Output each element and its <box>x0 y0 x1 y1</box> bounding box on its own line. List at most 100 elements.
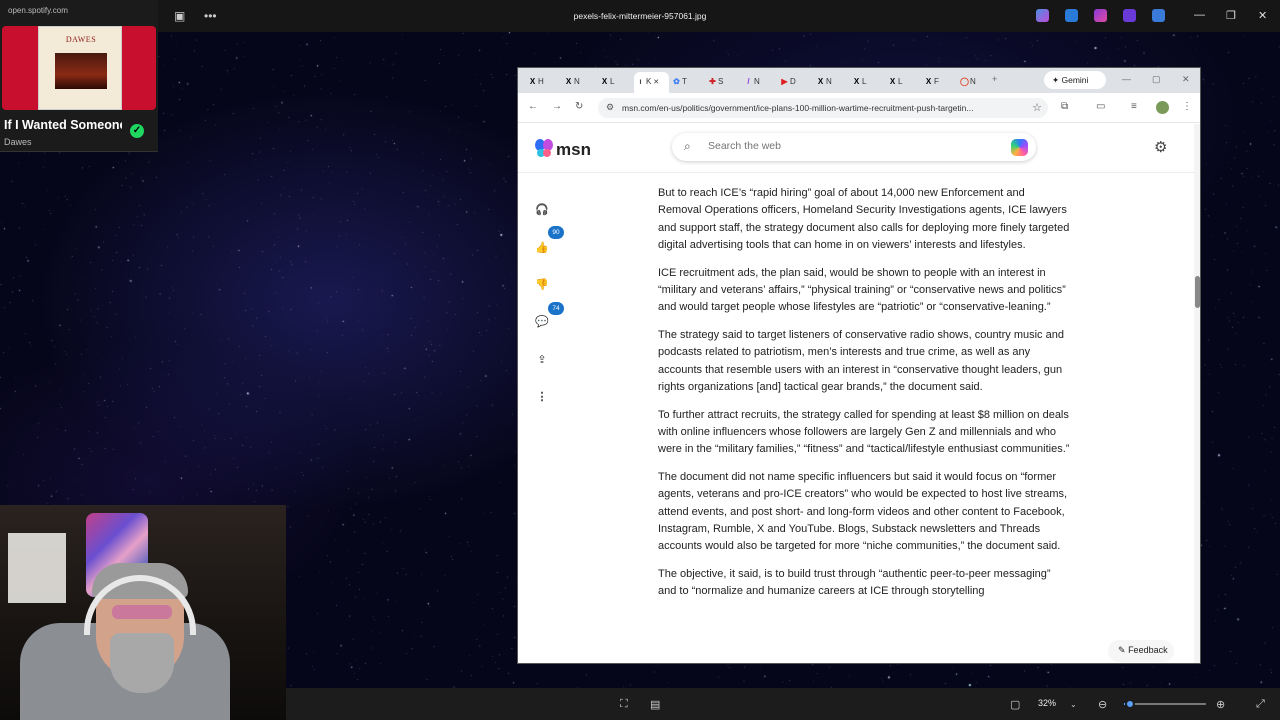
article-body: But to reach ICE’s “rapid hiring” goal o… <box>658 185 1070 611</box>
url-text[interactable]: msn.com/en-us/politics/government/ice-pl… <box>622 103 1027 113</box>
split-screen-icon[interactable]: ▭ <box>1096 101 1105 112</box>
copilot-icon[interactable] <box>1011 139 1028 156</box>
tab-label: D <box>790 77 796 86</box>
site-info-icon[interactable]: ⚙ <box>606 102 614 113</box>
s-icon: ✚ <box>709 77 716 86</box>
feedback-button[interactable]: ✎ Feedback <box>1108 640 1174 662</box>
tab-13[interactable]: ◯ N <box>958 72 993 93</box>
tab-3[interactable]: XL <box>598 72 633 93</box>
x-icon: X <box>565 77 572 86</box>
settings-gear-icon[interactable]: ⚙ <box>1154 138 1167 156</box>
tab-close-icon[interactable]: ✕ <box>651 79 659 86</box>
tab-label: N <box>826 77 832 86</box>
like-icon[interactable]: 👍 <box>532 238 552 258</box>
browser-close-icon[interactable]: ✕ <box>1182 74 1190 85</box>
msn-search-box[interactable]: ⌕ <box>672 133 1036 161</box>
tab-6[interactable]: ✚ S <box>706 72 741 93</box>
image-filename: pexels-felix-mittermeier-957061.jpg <box>573 11 707 21</box>
text-detect-icon[interactable]: ▤ <box>650 698 660 711</box>
feedback-icon: ✎ <box>1118 645 1126 655</box>
msn-logo[interactable]: msn <box>556 140 591 160</box>
tab-label: N <box>970 77 976 86</box>
extensions-icon[interactable]: ⧉ <box>1061 101 1068 112</box>
artist-name: Dawes <box>4 137 32 147</box>
dislike-icon[interactable]: 👎 <box>532 275 552 295</box>
tab-strip: ✦ Gemini + — ▢ ✕ XHXNXLıK ✕ ✿ T ✚ S / N ▶ D X N X L X… <box>518 68 1200 93</box>
fullscreen-icon[interactable]: ⤢ <box>1256 698 1265 711</box>
browser-maximize-icon[interactable]: ▢ <box>1152 74 1161 85</box>
profile-avatar[interactable] <box>1156 101 1169 114</box>
album-cover: DAWES <box>38 26 122 110</box>
address-bar[interactable]: ⚙ msn.com/en-us/politics/government/ice-… <box>598 98 1048 118</box>
tab-11[interactable]: XL <box>886 72 921 93</box>
zoom-out-icon[interactable]: ⊖ <box>1098 698 1107 711</box>
photo-viewer-bottombar: ⛶ ▤ ▢ 32% ⌄ ⊖ ⊕ ⤢ <box>286 688 1280 720</box>
spotify-mini-player[interactable]: open.spotify.com DAWES If I Wanted Someo… <box>0 0 158 152</box>
browser-toolbar: ← → ↻ ⚙ msn.com/en-us/politics/governmen… <box>518 93 1200 123</box>
webcam-person-beard <box>110 633 174 693</box>
tab-label: N <box>754 77 760 86</box>
comment-icon[interactable]: 💬 <box>532 312 552 332</box>
onedrive-icon[interactable] <box>1152 9 1165 22</box>
tab-9[interactable]: XN <box>814 72 849 93</box>
zoom-level[interactable]: 32% <box>1038 698 1056 708</box>
edit-app-icon[interactable] <box>1065 9 1078 22</box>
search-input[interactable] <box>708 140 988 152</box>
gemini-button[interactable]: ✦ Gemini <box>1044 71 1106 89</box>
album-cover-text: DAWES <box>65 35 97 44</box>
saved-check-icon[interactable]: ✓ <box>130 124 144 138</box>
actual-size-icon[interactable]: ▢ <box>1010 698 1020 711</box>
article-paragraph: The objective, it said, is to build trus… <box>658 568 1051 598</box>
reload-icon[interactable]: ↻ <box>575 101 583 112</box>
designer-app-icon[interactable] <box>1094 9 1107 22</box>
zoom-slider[interactable] <box>1124 699 1206 709</box>
article-paragraph: But to reach ICE’s “rapid hiring” goal o… <box>658 187 1070 251</box>
browser-window: ✦ Gemini + — ▢ ✕ XHXNXLıK ✕ ✿ T ✚ S / N ▶ D X N X L X… <box>517 67 1201 664</box>
scrollbar-thumb[interactable] <box>1195 276 1200 308</box>
x-icon: X <box>529 77 536 86</box>
share-icon[interactable]: ⇪ <box>532 350 552 370</box>
msn-page: msn ⌕ ⚙ 🎧 👍 90 👎 💬 74 ⇪ ⋮ But to reach I… <box>518 124 1194 663</box>
clipchamp-app-icon[interactable] <box>1123 9 1136 22</box>
bookmark-star-icon[interactable]: ☆ <box>1032 101 1042 114</box>
close-icon[interactable]: ✕ <box>1258 9 1267 22</box>
tab-8[interactable]: ▶ D <box>778 72 813 93</box>
page-scrollbar[interactable] <box>1194 124 1200 663</box>
tab-label: L <box>862 77 867 86</box>
zoom-dropdown-icon[interactable]: ⌄ <box>1070 700 1077 709</box>
msn-butterfly-icon[interactable] <box>534 138 554 158</box>
tab-12[interactable]: XF <box>922 72 957 93</box>
listen-headphones-icon[interactable]: 🎧 <box>532 200 552 220</box>
spotify-site-label: open.spotify.com <box>8 6 68 15</box>
tab-label: L <box>610 77 615 86</box>
forward-icon[interactable]: → <box>552 101 562 112</box>
restore-icon[interactable]: ❐ <box>1226 9 1236 22</box>
tab-4[interactable]: ıK ✕ <box>634 72 669 93</box>
gemini-label: Gemini <box>1061 75 1089 85</box>
tab-10[interactable]: XL <box>850 72 885 93</box>
slash-icon: / <box>747 77 750 86</box>
album-art-panel: DAWES <box>2 26 156 110</box>
article-paragraph: The document did not name specific influ… <box>658 471 1068 553</box>
browser-menu-icon[interactable]: ⋮ <box>1182 101 1192 112</box>
tab-5[interactable]: ✿ T <box>670 72 705 93</box>
zoom-slider-knob[interactable] <box>1125 699 1136 709</box>
tab-label: F <box>934 77 939 86</box>
ice-icon: ı <box>639 77 642 86</box>
tab-7[interactable]: / N <box>742 72 777 93</box>
fit-screen-icon[interactable]: ⛶ <box>620 698 628 711</box>
back-icon[interactable]: ← <box>528 101 538 112</box>
tab-2[interactable]: XN <box>562 72 597 93</box>
x-icon: X <box>601 77 608 86</box>
butterfly-icon: ✿ <box>673 77 680 86</box>
webcam-background-door <box>8 533 66 603</box>
more-actions-icon[interactable]: ⋮ <box>532 387 552 407</box>
media-queue-icon[interactable]: ≡ <box>1131 101 1137 112</box>
copilot-app-icon[interactable] <box>1036 9 1049 22</box>
minimize-icon[interactable]: — <box>1194 9 1205 21</box>
browser-minimize-icon[interactable]: — <box>1122 74 1131 84</box>
tab-1[interactable]: XH <box>526 72 561 93</box>
article-paragraph: The strategy said to target listeners of… <box>658 329 1064 393</box>
zoom-in-icon[interactable]: ⊕ <box>1216 698 1225 711</box>
article-paragraph: ICE recruitment ads, the plan said, woul… <box>658 266 1066 314</box>
